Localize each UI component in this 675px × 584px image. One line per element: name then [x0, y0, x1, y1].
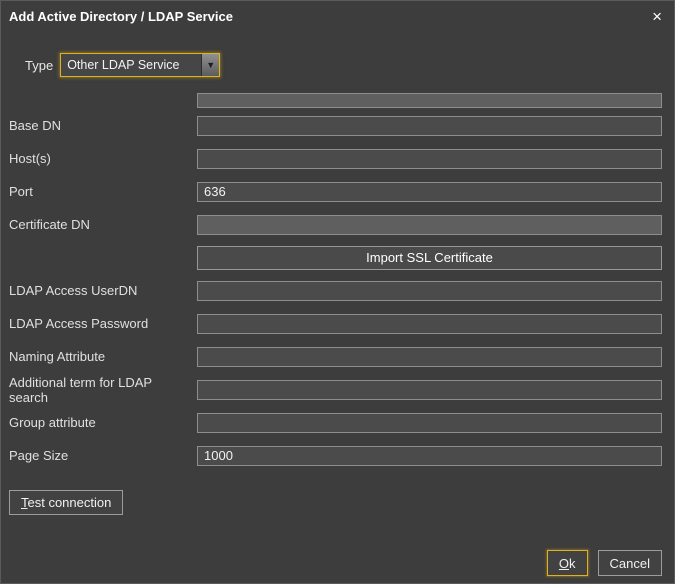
field-row-ldap-access-password: LDAP Access Password — [1, 307, 674, 340]
base-dn-input[interactable] — [197, 116, 662, 136]
field-row-base-dn: Base DN — [1, 109, 674, 142]
port-input[interactable] — [197, 182, 662, 202]
dialog-title: Add Active Directory / LDAP Service — [9, 9, 233, 24]
field-row-group-attribute: Group attribute — [1, 406, 674, 439]
chevron-down-icon[interactable]: ▼ — [201, 54, 219, 76]
group-attribute-label: Group attribute — [9, 415, 197, 430]
group-attribute-input[interactable] — [197, 413, 662, 433]
base-dn-label: Base DN — [9, 118, 197, 133]
field-row-port: Port — [1, 175, 674, 208]
ldap-form: Base DN Host(s) Port Certificate DN Impo… — [1, 92, 674, 472]
test-connection-row: Test connection — [9, 490, 674, 515]
field-row-additional-term: Additional term for LDAP search — [1, 373, 674, 406]
import-ssl-certificate-button[interactable]: Import SSL Certificate — [197, 246, 662, 270]
unlabeled-field-row — [1, 92, 674, 109]
ldap-access-password-input[interactable] — [197, 314, 662, 334]
dialog-titlebar: Add Active Directory / LDAP Service × — [1, 1, 674, 31]
type-row: Type Other LDAP Service ▼ — [25, 53, 674, 77]
cancel-button[interactable]: Cancel — [598, 550, 662, 576]
dialog-footer: Ok Cancel — [547, 550, 662, 576]
test-connection-rest: est connection — [28, 495, 112, 510]
type-dropdown-value: Other LDAP Service — [61, 54, 201, 76]
import-ssl-row: Import SSL Certificate — [1, 241, 674, 274]
certificate-dn-label: Certificate DN — [9, 217, 197, 232]
certificate-dn-input[interactable] — [197, 215, 662, 235]
ok-rest: k — [569, 556, 576, 571]
hosts-label: Host(s) — [9, 151, 197, 166]
field-row-naming-attribute: Naming Attribute — [1, 340, 674, 373]
field-row-ldap-access-userdn: LDAP Access UserDN — [1, 274, 674, 307]
ok-button[interactable]: Ok — [547, 550, 588, 576]
field-row-hosts: Host(s) — [1, 142, 674, 175]
field-row-page-size: Page Size — [1, 439, 674, 472]
field-row-certificate-dn: Certificate DN — [1, 208, 674, 241]
type-label: Type — [25, 58, 53, 73]
add-ldap-service-dialog: Add Active Directory / LDAP Service × Ty… — [0, 0, 675, 584]
ldap-access-userdn-label: LDAP Access UserDN — [9, 283, 197, 298]
naming-attribute-input[interactable] — [197, 347, 662, 367]
type-dropdown[interactable]: Other LDAP Service ▼ — [60, 53, 220, 77]
close-icon[interactable]: × — [652, 8, 662, 25]
unlabeled-input[interactable] — [197, 93, 662, 108]
naming-attribute-label: Naming Attribute — [9, 349, 197, 364]
hosts-input[interactable] — [197, 149, 662, 169]
additional-term-input[interactable] — [197, 380, 662, 400]
page-size-input[interactable] — [197, 446, 662, 466]
ok-accel: O — [559, 556, 569, 571]
page-size-label: Page Size — [9, 448, 197, 463]
test-connection-button[interactable]: Test connection — [9, 490, 123, 515]
additional-term-label: Additional term for LDAP search — [9, 375, 197, 405]
ldap-access-password-label: LDAP Access Password — [9, 316, 197, 331]
ldap-access-userdn-input[interactable] — [197, 281, 662, 301]
port-label: Port — [9, 184, 197, 199]
